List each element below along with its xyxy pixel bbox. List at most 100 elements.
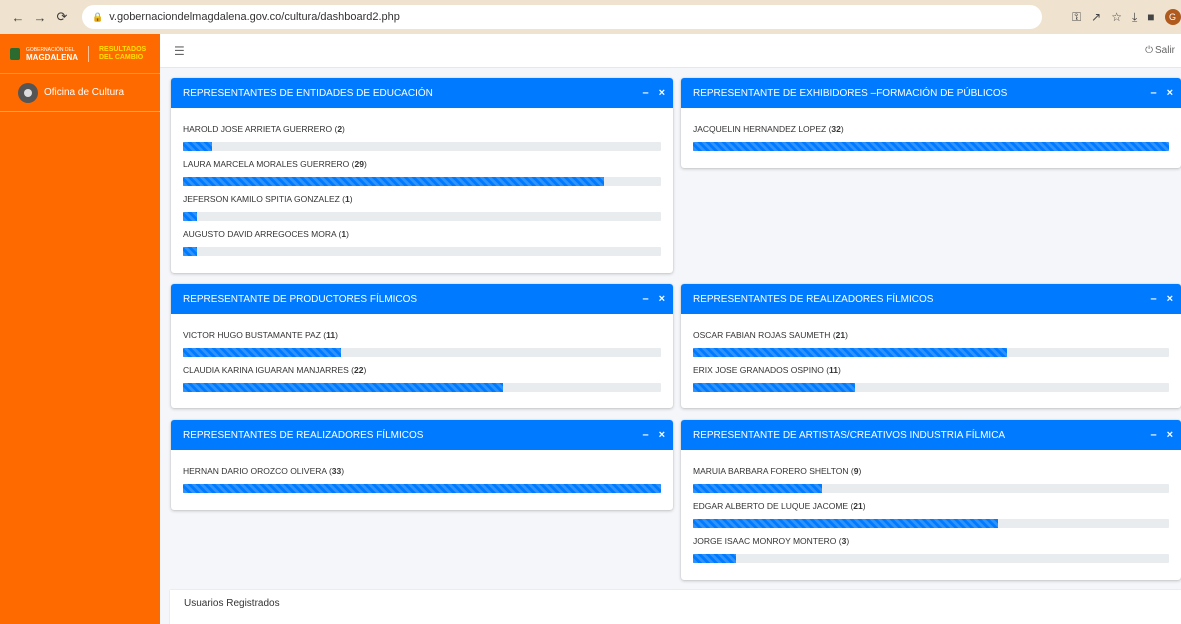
representative-name: EDGAR ALBERTO DE LUQUE JACOME (21) [693,501,866,511]
forward-icon[interactable]: → [32,9,48,25]
vote-count: 9 [853,466,859,476]
representative-name: JORGE ISAAC MONROY MONTERO (3) [693,536,850,546]
sidebar: GOBERNACIÓN DEL MAGDALENA RESULTADOS DEL… [0,34,160,624]
progress-track [183,212,661,221]
name-text: ERIX JOSE GRANADOS OSPINO [693,365,824,375]
user-panel[interactable]: Oficina de Cultura [0,74,160,112]
star-icon[interactable]: ☆ [1111,10,1122,24]
representative-item: EDGAR ALBERTO DE LUQUE JACOME (21) [693,499,1169,528]
close-icon[interactable]: × [659,293,665,305]
lock-icon: 🔒 [92,11,104,22]
card: REPRESENTANTES DE ENTIDADES DE EDUCACIÓN… [171,78,673,273]
representative-item: MARUIA BARBARA FORERO SHELTON (9) [693,464,1169,493]
collapse-icon[interactable]: – [1150,429,1156,441]
logout-button[interactable]: ⏻ Salir [1145,45,1175,56]
progress-bar [693,554,736,563]
representative-item: CLAUDIA KARINA IGUARAN MANJARRES (22) [183,363,661,392]
vote-count: 22 [354,365,364,375]
content-area: REPRESENTANTES DE ENTIDADES DE EDUCACIÓN… [160,68,1181,624]
name-text: LAURA MARCELA MORALES GUERRERO [183,159,350,169]
collapse-icon[interactable]: – [642,87,648,99]
progress-bar [693,348,1008,357]
representative-name: HAROLD JOSE ARRIETA GUERRERO (2) [183,124,345,134]
card-title: REPRESENTANTE DE PRODUCTORES FÍLMICOS [183,293,418,305]
collapse-icon[interactable]: – [1150,293,1156,305]
key-icon[interactable]: ⚿ [1072,10,1081,25]
representative-name: JEFERSON KAMILO SPITIA GONZALEZ (1) [183,194,353,204]
user-name[interactable]: Oficina de Cultura [44,87,124,98]
progress-track [693,383,1169,392]
reload-icon[interactable]: ⟳ [54,9,70,25]
vote-count: 21 [835,330,846,340]
brand-name: GOBERNACIÓN DEL MAGDALENA [26,46,78,62]
progress-track [693,519,1169,528]
avatar [18,82,38,103]
progress-bar [693,519,998,528]
name-text: JACQUELIN HERNANDEZ LOPEZ [693,124,827,134]
vote-count: 2 [337,124,343,134]
brand-divider [88,45,89,62]
progress-track [183,383,661,392]
name-text: EDGAR ALBERTO DE LUQUE JACOME [693,501,849,511]
progress-track [693,484,1169,493]
name-text: JORGE ISAAC MONROY MONTERO [693,536,837,546]
shield-icon [10,47,20,60]
progress-track [693,554,1169,563]
profile-avatar[interactable]: G [1164,9,1181,25]
main-header: ☰ ⏻ Salir [160,34,1181,68]
representative-item: OSCAR FABIAN ROJAS SAUMETH (21) [693,328,1169,357]
power-icon: ⏻ [1145,45,1153,56]
address-bar[interactable]: 🔒 v.gobernaciondelmagdalena.gov.co/cultu… [82,5,1042,29]
collapse-icon[interactable]: – [1150,87,1156,99]
card-header: REPRESENTANTES DE ENTIDADES DE EDUCACIÓN… [171,78,673,108]
progress-track [693,348,1169,357]
representative-item: VICTOR HUGO BUSTAMANTE PAZ (11) [183,328,661,357]
share-icon[interactable]: ↗ [1091,10,1101,24]
collapse-icon[interactable]: – [642,293,648,305]
progress-track [183,247,661,256]
card-header: REPRESENTANTES DE REALIZADORES FÍLMICOS –… [681,284,1181,314]
representative-name: ERIX JOSE GRANADOS OSPINO (11) [693,365,841,375]
vote-count: 11 [326,330,336,340]
progress-track [183,484,661,493]
close-icon[interactable]: × [1167,293,1173,305]
name-text: AUGUSTO DAVID ARREGOCES MORA [183,229,337,239]
close-icon[interactable]: × [1167,429,1173,441]
progress-track [693,142,1169,151]
progress-bar [693,142,1169,151]
representative-name: OSCAR FABIAN ROJAS SAUMETH (21) [693,330,848,340]
brand[interactable]: GOBERNACIÓN DEL MAGDALENA RESULTADOS DEL… [0,34,160,74]
collapse-icon[interactable]: – [642,429,648,441]
card-title: REPRESENTANTE DE EXHIBIDORES –FORMACIÓN … [693,87,1008,99]
download-icon[interactable]: ⤓ [1132,10,1137,25]
card-header: REPRESENTANTE DE ARTISTAS/CREATIVOS INDU… [681,420,1181,450]
representative-item: HAROLD JOSE ARRIETA GUERRERO (2) [183,122,661,151]
close-icon[interactable]: × [1167,87,1173,99]
progress-bar [183,484,661,493]
representative-item: JEFERSON KAMILO SPITIA GONZALEZ (1) [183,192,661,221]
representative-item: LAURA MARCELA MORALES GUERRERO (29) [183,157,661,186]
window-icon[interactable]: ■ [1147,10,1154,24]
vote-count: 21 [853,501,863,511]
close-icon[interactable]: × [659,87,665,99]
logout-label: Salir [1154,45,1175,56]
progress-bar [183,177,604,186]
card-header: REPRESENTANTE DE PRODUCTORES FÍLMICOS – × [171,284,673,314]
back-icon[interactable]: ← [10,9,26,25]
card-title: Usuarios Registrados [184,598,280,609]
card: REPRESENTANTES DE REALIZADORES FÍLMICOS –… [171,420,673,510]
close-icon[interactable]: × [659,429,665,441]
progress-bar [693,484,822,493]
url-text: v.gobernaciondelmagdalena.gov.co/cultura… [109,11,400,23]
name-text: VICTOR HUGO BUSTAMANTE PAZ [183,330,321,340]
progress-bar [183,247,198,256]
card-title: REPRESENTANTE DE ARTISTAS/CREATIVOS INDU… [693,429,1006,441]
representative-item: AUGUSTO DAVID ARREGOCES MORA (1) [183,227,661,256]
representative-item: ERIX JOSE GRANADOS OSPINO (11) [693,363,1169,392]
registered-users-card: Usuarios Registrados [170,590,1181,624]
vote-count: 29 [354,159,364,169]
card-title: REPRESENTANTES DE REALIZADORES FÍLMICOS [183,429,424,441]
vote-count: 32 [831,124,841,134]
menu-icon[interactable]: ☰ [174,44,185,58]
representative-name: MARUIA BARBARA FORERO SHELTON (9) [693,466,862,476]
